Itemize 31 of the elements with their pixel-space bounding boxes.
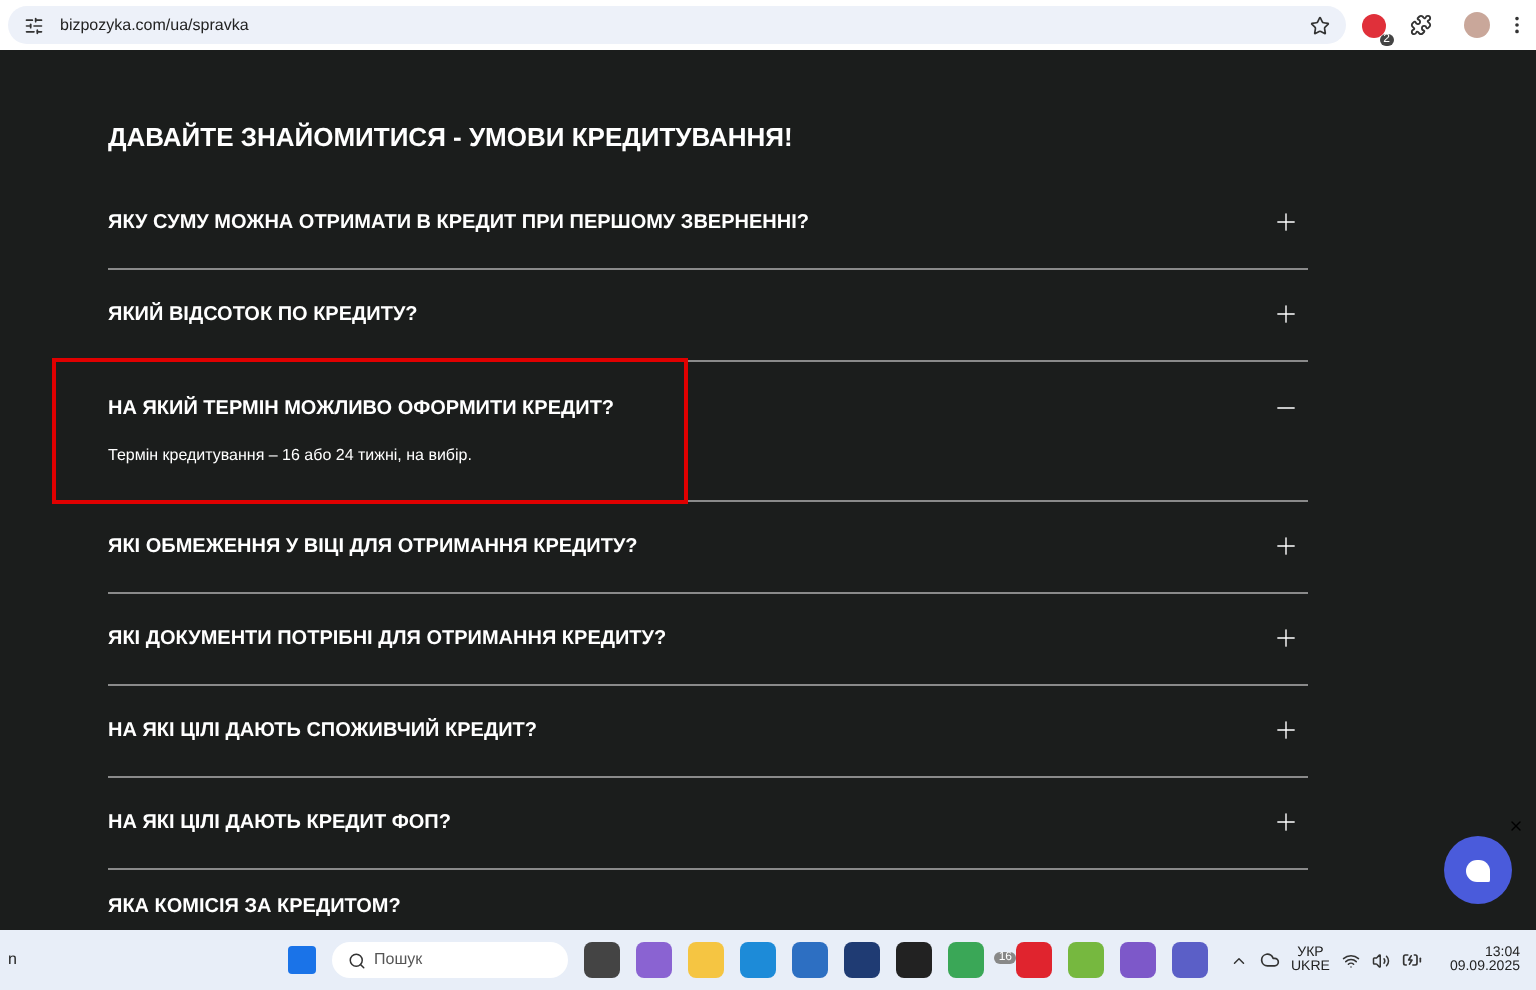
chat-button[interactable] — [1444, 836, 1512, 904]
faq-question[interactable]: НА ЯКІ ЦІЛІ ДАЮТЬ КРЕДИТ ФОП? — [108, 807, 451, 837]
chat-bubble-icon — [1466, 859, 1490, 881]
faq-question[interactable]: НА ЯКИЙ ТЕРМІН МОЖЛИВО ОФОРМИТИ КРЕДИТ? — [108, 393, 615, 423]
faq-answer: Термін кредитування – 16 або 24 тижні, на вибір. — [108, 443, 474, 467]
battery-icon[interactable] — [1401, 950, 1422, 970]
wifi-icon[interactable] — [1341, 951, 1360, 969]
url-text: bizpozyka.com/ua/spravka — [60, 13, 251, 37]
bookmark-star-icon[interactable] — [1310, 15, 1330, 35]
faq-question[interactable]: ЯКУ СУМУ МОЖНА ОТРИМАТИ В КРЕДИТ ПРИ ПЕРШОМУ ЗВЕРНЕННІ? — [108, 207, 809, 237]
volume-icon[interactable] — [1371, 951, 1390, 969]
cloud-icon[interactable] — [1259, 950, 1279, 970]
faq-title: ДАВАЙТЕ ЗНАЙОМИТИСЯ - УМОВИ КРЕДИТУВАННЯ! — [108, 120, 795, 156]
search-placeholder: Пошук — [374, 948, 423, 972]
expand-icon[interactable] — [1272, 716, 1300, 744]
site-settings-icon[interactable] — [24, 15, 44, 35]
address-bar[interactable]: bizpozyka.com/ua/spravka — [8, 6, 1346, 44]
extensions-icon[interactable] — [1410, 14, 1432, 36]
faq-question[interactable]: ЯКА КОМІСІЯ ЗА КРЕДИТОМ? — [108, 891, 401, 921]
faq-question[interactable]: НА ЯКІ ЦІЛІ ДАЮТЬ СПОЖИВЧИЙ КРЕДИТ? — [108, 715, 537, 745]
faq-question[interactable]: ЯКИЙ ВІДСОТОК ПО КРЕДИТУ? — [108, 299, 418, 329]
faq-question[interactable]: ЯКІ ДОКУМЕНТИ ПОТРІБНІ ДЛЯ ОТРИМАННЯ КРЕДИТУ? — [108, 623, 667, 653]
expand-icon[interactable] — [1272, 532, 1300, 560]
expand-icon[interactable] — [1272, 300, 1300, 328]
expand-icon[interactable] — [1272, 808, 1300, 836]
search-icon — [348, 951, 366, 969]
taskbar-search-field[interactable]: Пошук — [332, 942, 568, 978]
faq-question[interactable]: ЯКІ ОБМЕЖЕННЯ У ВІЦІ ДЛЯ ОТРИМАННЯ КРЕДИТУ? — [108, 531, 638, 561]
expand-icon[interactable] — [1272, 208, 1300, 236]
taskbar-text: n — [8, 948, 19, 972]
expand-icon[interactable] — [1272, 624, 1300, 652]
